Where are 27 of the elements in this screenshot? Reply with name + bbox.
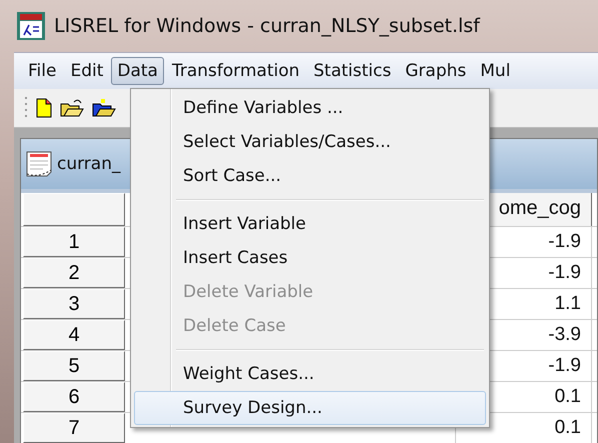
menu-item[interactable]: File <box>22 57 62 85</box>
app-icon <box>16 11 46 41</box>
window-title: LISREL for Windows - curran_NLSY_subset.lsf <box>54 15 480 37</box>
row-header[interactable]: 6 <box>23 382 125 412</box>
open-folder-icon[interactable] <box>60 98 84 118</box>
menu-item[interactable]: Edit <box>64 57 110 85</box>
menu-item[interactable]: Define Variables ... <box>134 91 486 125</box>
row-header[interactable]: 2 <box>23 258 125 288</box>
toolbar-grip-icon <box>24 96 28 120</box>
row-header[interactable]: 1 <box>23 227 125 257</box>
menu-item[interactable]: Data <box>111 57 164 85</box>
row-header[interactable]: 5 <box>23 351 125 381</box>
menu-item[interactable]: Transformation <box>166 57 306 85</box>
row-header[interactable]: 4 <box>23 320 125 350</box>
menu-item[interactable]: Sort Case... <box>134 159 486 193</box>
menu-item[interactable]: Select Variables/Cases... <box>134 125 486 159</box>
open-folder-icon[interactable] <box>92 98 116 118</box>
menu-item[interactable]: Statistics <box>308 57 398 85</box>
menu-item[interactable]: Graphs <box>399 57 472 85</box>
document-icon <box>25 150 53 178</box>
document-title: curran_ <box>57 154 120 174</box>
row-header[interactable]: 3 <box>23 289 125 319</box>
menu-item[interactable]: Mul <box>474 57 516 85</box>
row-header[interactable]: 7 <box>23 413 125 443</box>
corner-cell[interactable] <box>23 193 125 226</box>
new-file-icon[interactable] <box>36 98 52 118</box>
menu-item[interactable]: Survey Design... <box>134 391 486 425</box>
